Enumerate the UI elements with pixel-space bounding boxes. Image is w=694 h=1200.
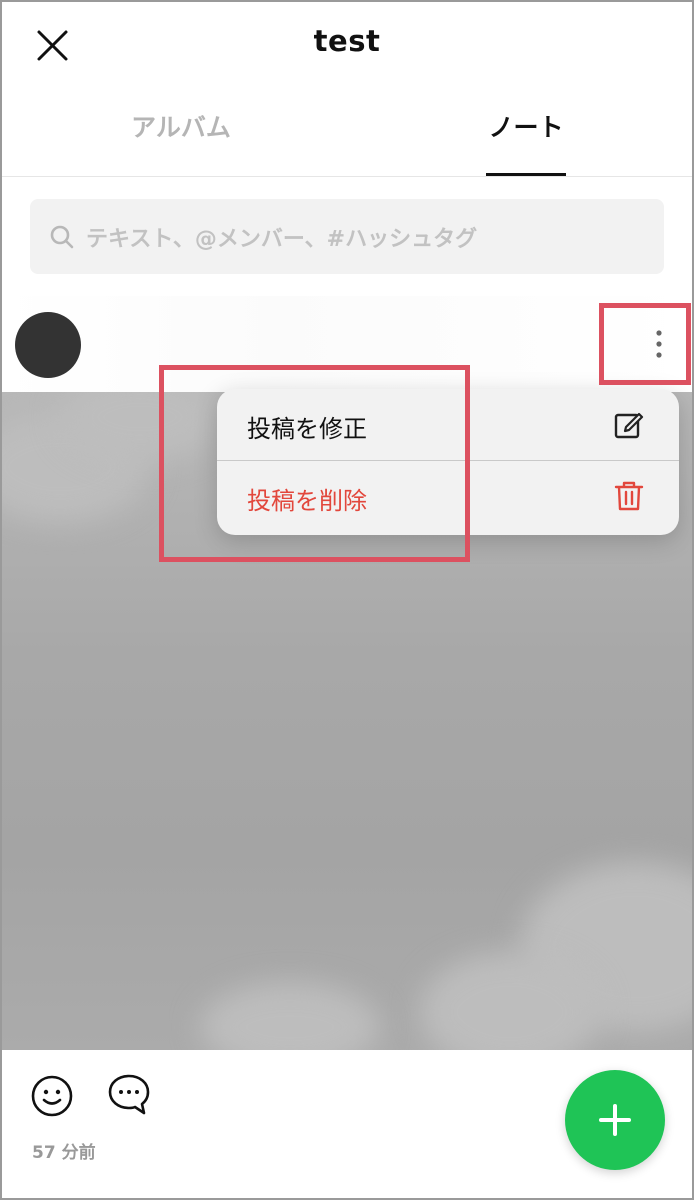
search-input[interactable]: テキスト、@メンバー、#ハッシュタグ: [30, 199, 664, 274]
tab-note[interactable]: ノート: [426, 108, 626, 144]
search-icon: [50, 225, 74, 249]
tab-album[interactable]: アルバム: [81, 108, 281, 144]
annotation-highlight-menu: [159, 365, 470, 562]
new-post-fab[interactable]: [565, 1070, 665, 1170]
edit-icon: [614, 412, 644, 439]
header: test: [0, 0, 694, 90]
avatar[interactable]: [15, 312, 81, 378]
trash-icon: [614, 481, 644, 511]
page-title: test: [313, 24, 381, 58]
comment-icon: [108, 1074, 150, 1115]
cloud-shape: [200, 982, 380, 1050]
tab-bar: アルバム ノート: [0, 92, 694, 176]
smile-icon: [31, 1075, 73, 1117]
annotation-highlight-more-button: [599, 303, 691, 385]
tabs-divider: [0, 176, 694, 177]
comment-button[interactable]: [106, 1072, 152, 1118]
post-timestamp: 57 分前: [32, 1143, 96, 1163]
search-placeholder: テキスト、@メンバー、#ハッシュタグ: [86, 227, 478, 252]
plus-icon: [599, 1104, 631, 1136]
reaction-button[interactable]: [30, 1074, 74, 1118]
